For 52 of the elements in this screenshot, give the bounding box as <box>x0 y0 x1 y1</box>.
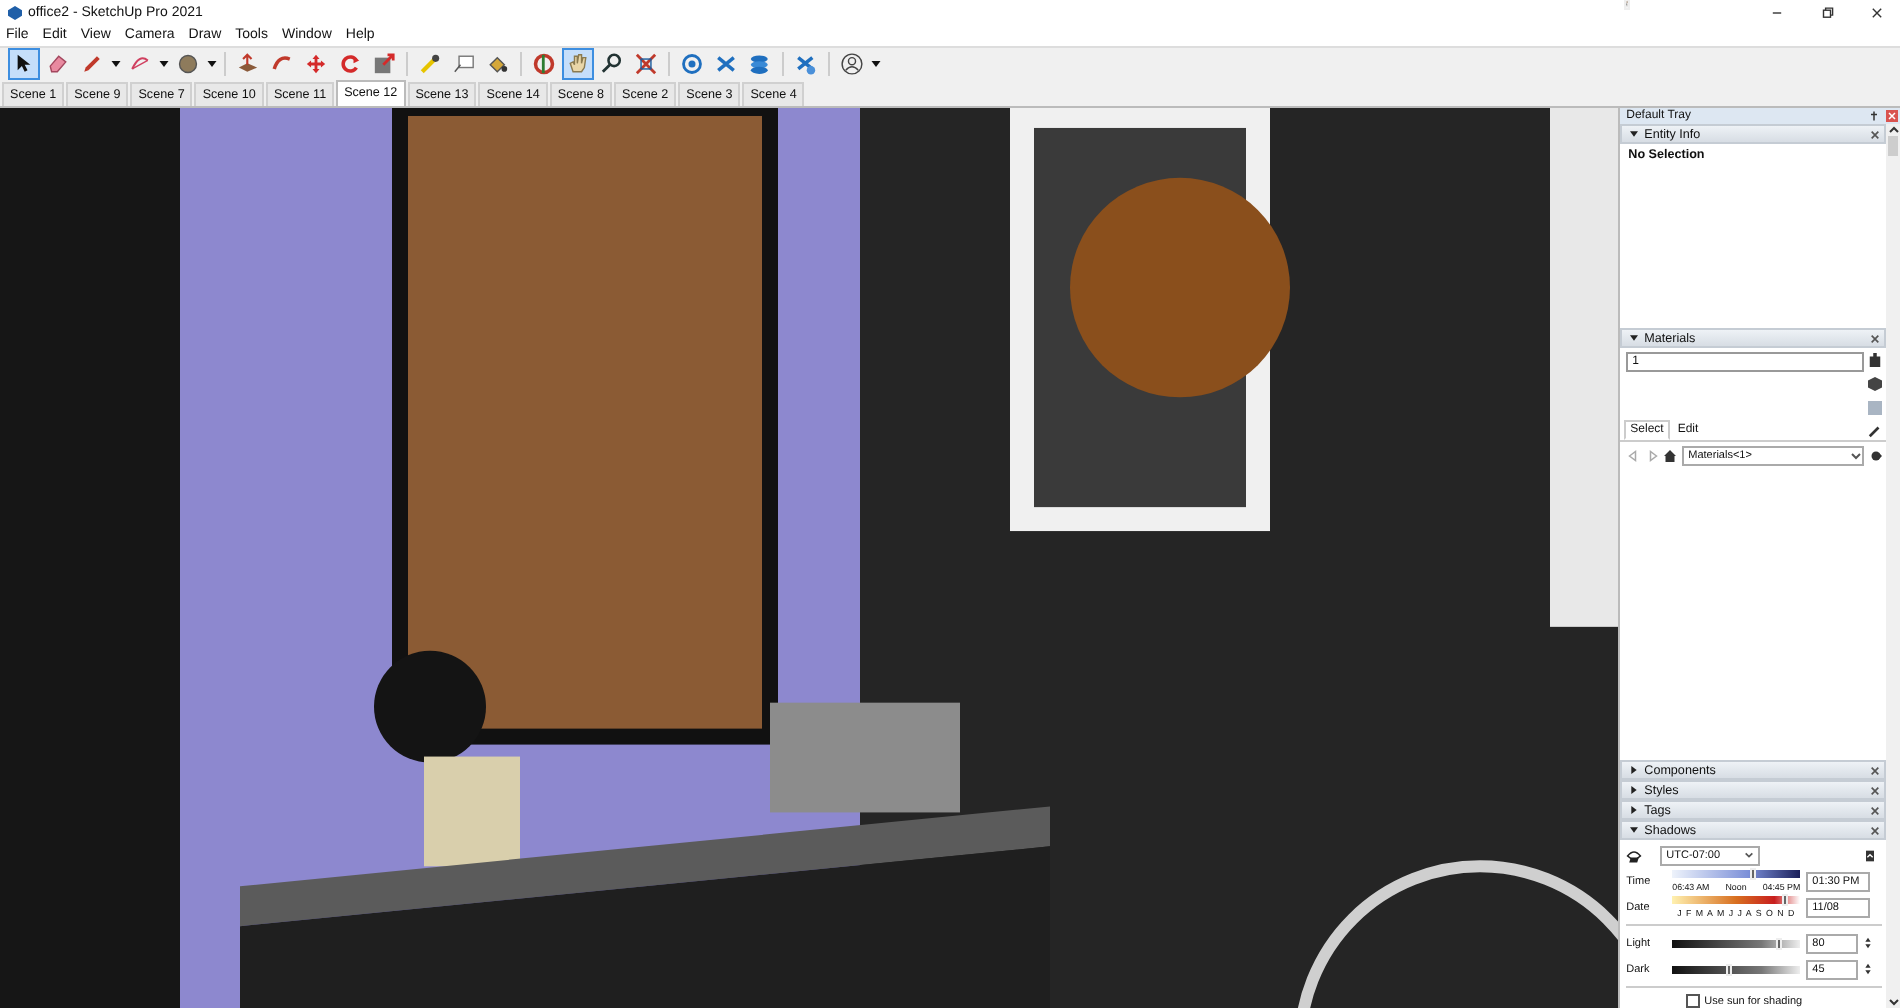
move-icon <box>304 52 328 76</box>
orbit-tool-button[interactable] <box>528 48 560 80</box>
spinner-icon[interactable] <box>1864 962 1873 976</box>
pencil-icon <box>80 52 104 76</box>
close-icon[interactable] <box>1870 785 1880 795</box>
text-icon <box>452 52 476 76</box>
pin-icon[interactable] <box>1868 110 1880 122</box>
close-icon[interactable] <box>1870 825 1880 835</box>
restore-icon[interactable] <box>1820 5 1834 19</box>
home-icon[interactable] <box>1664 450 1677 462</box>
scale-icon <box>372 52 396 76</box>
paint-bucket-icon <box>486 52 510 76</box>
scroll-up-icon[interactable] <box>1887 124 1899 136</box>
arrow-cursor-icon <box>12 52 36 76</box>
close-icon[interactable] <box>1870 333 1880 343</box>
rotate-icon <box>338 52 362 76</box>
scroll-down-icon[interactable] <box>1887 996 1899 1008</box>
app-icon <box>8 5 22 19</box>
spinner-icon[interactable] <box>1864 936 1873 950</box>
date-slider-thumb[interactable] <box>1781 894 1788 906</box>
create-material-icon[interactable] <box>1868 352 1882 368</box>
push-pull-icon <box>236 52 260 76</box>
disc-icon <box>176 52 200 76</box>
orbit-icon <box>532 52 556 76</box>
light-slider-thumb[interactable] <box>1775 937 1782 949</box>
zoom-extents-tool-button[interactable] <box>630 48 662 80</box>
scrollbar-thumb[interactable] <box>1888 136 1898 156</box>
warehouse-tool-button[interactable] <box>676 48 708 80</box>
tape-measure-icon <box>418 52 442 76</box>
arrow-cursor-tool-button[interactable] <box>8 48 40 80</box>
close-icon[interactable] <box>1870 129 1880 139</box>
warehouse-icon <box>680 52 704 76</box>
checkbox[interactable] <box>1686 994 1701 1008</box>
cube-icon[interactable] <box>1868 376 1882 392</box>
stack-icon <box>748 52 772 76</box>
account-icon <box>840 52 864 76</box>
caret-icon <box>1744 850 1755 860</box>
close-icon[interactable] <box>1870 805 1880 815</box>
eraser-icon <box>46 52 70 76</box>
close-icon[interactable] <box>1870 5 1884 19</box>
caret-icon <box>1850 450 1862 462</box>
magnifier-icon <box>600 52 624 76</box>
expand-settings-icon[interactable] <box>1866 849 1874 861</box>
triangle-swatch-icon[interactable] <box>1868 400 1882 416</box>
close-icon[interactable] <box>1870 765 1880 775</box>
eyedropper-icon[interactable] <box>1868 423 1882 437</box>
hand-icon <box>566 52 590 76</box>
account-tool-button[interactable] <box>836 48 868 80</box>
shadow-toggle-icon[interactable] <box>1626 847 1643 863</box>
time-slider-thumb[interactable] <box>1749 868 1756 880</box>
dark-slider-thumb[interactable] <box>1726 963 1733 975</box>
zoom-extents-icon <box>634 52 658 76</box>
